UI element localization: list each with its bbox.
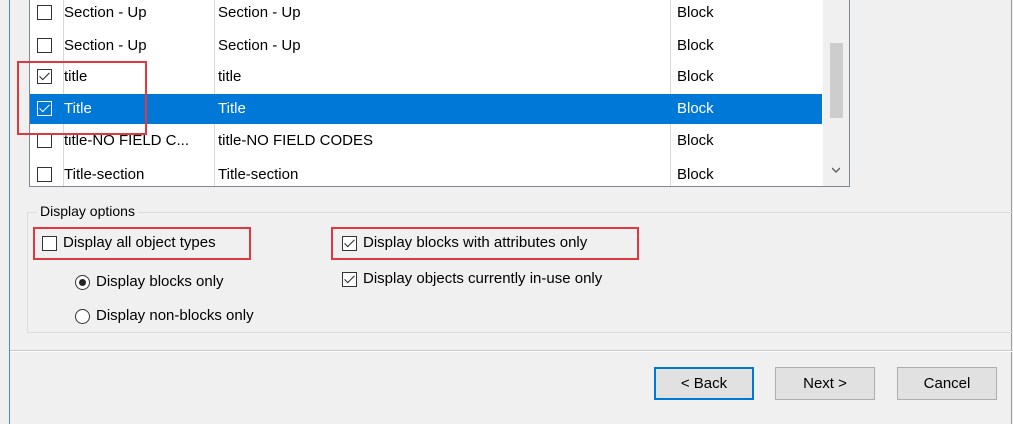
row-type: Block [677,132,714,149]
display-non-blocks-only-label: Display non-blocks only [96,307,254,324]
scroll-down-icon[interactable] [832,166,840,174]
radio-icon[interactable] [75,308,90,324]
row-description: title [218,68,242,85]
row-description: title-NO FIELD CODES [218,132,374,149]
row-type: Block [677,68,714,85]
row-checkbox[interactable] [37,101,52,116]
row-description: Section - Up [218,4,301,21]
list-row[interactable]: Section - Up Section - Up Block [30,0,822,28]
display-blocks-with-attributes-label: Display blocks with attributes only [363,234,588,251]
row-name: Section - Up [64,37,147,54]
list-row[interactable]: title-NO FIELD C... title-NO FIELD CODES… [30,126,822,156]
list-row[interactable]: Title-section Title-section Block [30,160,822,186]
row-description: Title-section [218,166,299,183]
display-non-blocks-only-radio[interactable]: Display non-blocks only [75,306,254,326]
checkbox-icon[interactable] [342,235,357,251]
display-all-object-types-label: Display all object types [63,234,216,251]
display-blocks-only-radio[interactable]: Display blocks only [75,272,224,292]
row-checkbox[interactable] [37,69,52,84]
back-button[interactable]: < Back [654,367,754,400]
cancel-button[interactable]: Cancel [897,367,997,400]
row-type: Block [677,37,714,54]
display-objects-in-use-checkbox[interactable]: Display objects currently in-use only [342,269,602,289]
display-blocks-only-label: Display blocks only [96,273,224,290]
row-type: Block [677,4,714,21]
display-blocks-with-attributes-checkbox[interactable]: Display blocks with attributes only [342,233,587,253]
display-options-legend: Display options [37,203,138,219]
checkbox-icon[interactable] [342,271,357,287]
vertical-scrollbar[interactable] [823,0,849,186]
list-row-selected[interactable]: Title Title Block [30,94,822,124]
row-description: Section - Up [218,37,301,54]
row-name: Section - Up [64,4,147,21]
display-objects-in-use-label: Display objects currently in-use only [363,270,603,287]
list-row[interactable]: title title Block [30,62,822,92]
row-name: title-NO FIELD C... [64,132,190,149]
radio-icon[interactable] [75,274,90,290]
row-checkbox[interactable] [37,167,52,182]
window-left-border [9,0,10,424]
list-row[interactable]: Section - Up Section - Up Block [30,31,822,61]
row-name: Title [64,100,92,117]
row-name: Title-section [64,166,145,183]
separator [10,351,1013,352]
row-description: Title [218,100,246,117]
display-all-object-types-checkbox[interactable]: Display all object types [42,233,216,253]
checkbox-icon[interactable] [42,235,57,251]
row-type: Block [677,166,714,183]
next-button[interactable]: Next > [775,367,875,400]
row-name: title [64,68,88,85]
object-list[interactable]: Section - Up Section - Up Block Section … [29,0,850,187]
scrollbar-thumb[interactable] [830,43,843,118]
row-checkbox[interactable] [37,133,52,148]
row-type: Block [677,100,714,117]
row-checkbox[interactable] [37,38,52,53]
row-checkbox[interactable] [37,5,52,20]
